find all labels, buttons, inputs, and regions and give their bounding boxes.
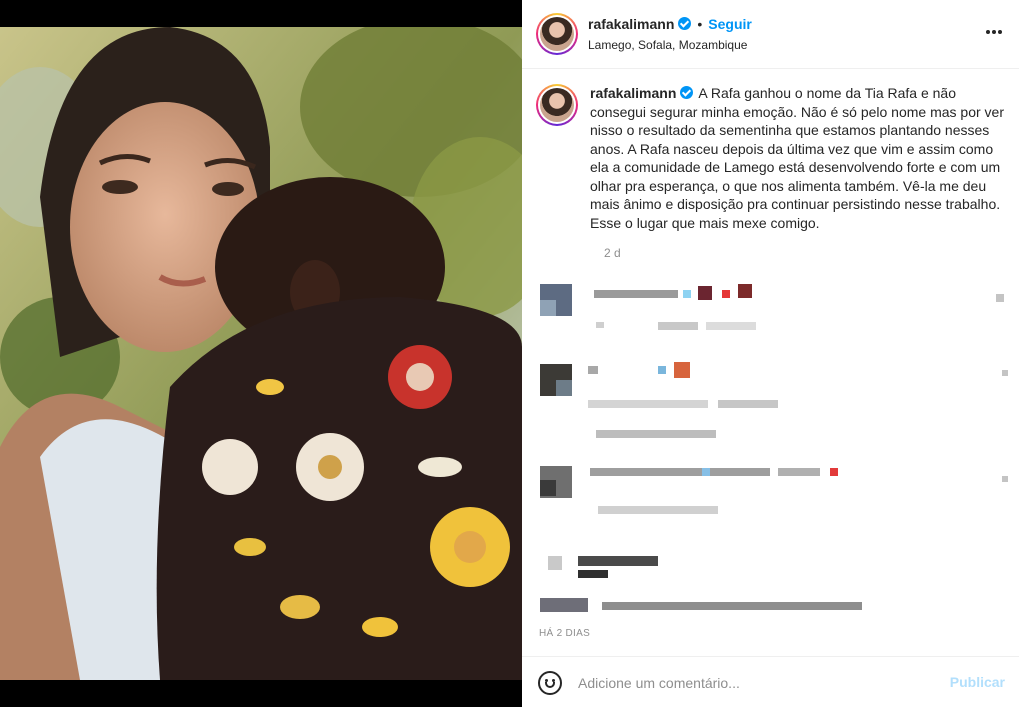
redacted-comments xyxy=(538,280,1008,620)
comment-text xyxy=(588,366,598,374)
follow-button[interactable]: Seguir xyxy=(708,16,752,32)
author-avatar[interactable] xyxy=(536,13,578,55)
caption-age[interactable]: 2 d xyxy=(604,246,621,260)
post-photo[interactable] xyxy=(0,27,522,680)
post-header: rafakalimann • Seguir Lamego, Sofala, Moza… xyxy=(522,0,1019,69)
author-line: rafakalimann • Seguir xyxy=(588,16,752,34)
verified-badge-icon xyxy=(680,86,694,99)
caption-username[interactable]: rafakalimann xyxy=(590,85,676,101)
post-photo-image xyxy=(0,27,522,680)
caption-text-block: rafakalimann A Rafa ganhou o nome da Tia … xyxy=(590,84,1010,232)
emoji-smiley-icon[interactable] xyxy=(538,671,562,695)
comment-text xyxy=(590,468,770,476)
comment-text xyxy=(578,556,658,566)
comment-input[interactable] xyxy=(578,672,938,694)
comment-text xyxy=(594,290,678,298)
post-side-panel: rafakalimann • Seguir Lamego, Sofala, Moza… xyxy=(522,0,1019,707)
author-username[interactable]: rafakalimann xyxy=(588,16,674,32)
publish-button[interactable]: Publicar xyxy=(950,674,1005,690)
more-options-icon[interactable] xyxy=(985,24,1003,35)
post-location[interactable]: Lamego, Sofala, Mozambique xyxy=(588,38,747,52)
caption-body: A Rafa ganhou o nome da Tia Rafa e não c… xyxy=(590,85,1004,231)
post-date[interactable]: HÁ 2 DIAS xyxy=(539,628,590,639)
comment-text xyxy=(602,602,862,610)
comment-bar: Publicar xyxy=(522,656,1019,707)
follow-separator: • xyxy=(697,16,703,32)
caption-avatar[interactable] xyxy=(536,84,578,126)
comment-avatar[interactable] xyxy=(540,598,588,612)
comment-avatar[interactable] xyxy=(548,556,562,570)
verified-badge-icon xyxy=(678,17,692,30)
